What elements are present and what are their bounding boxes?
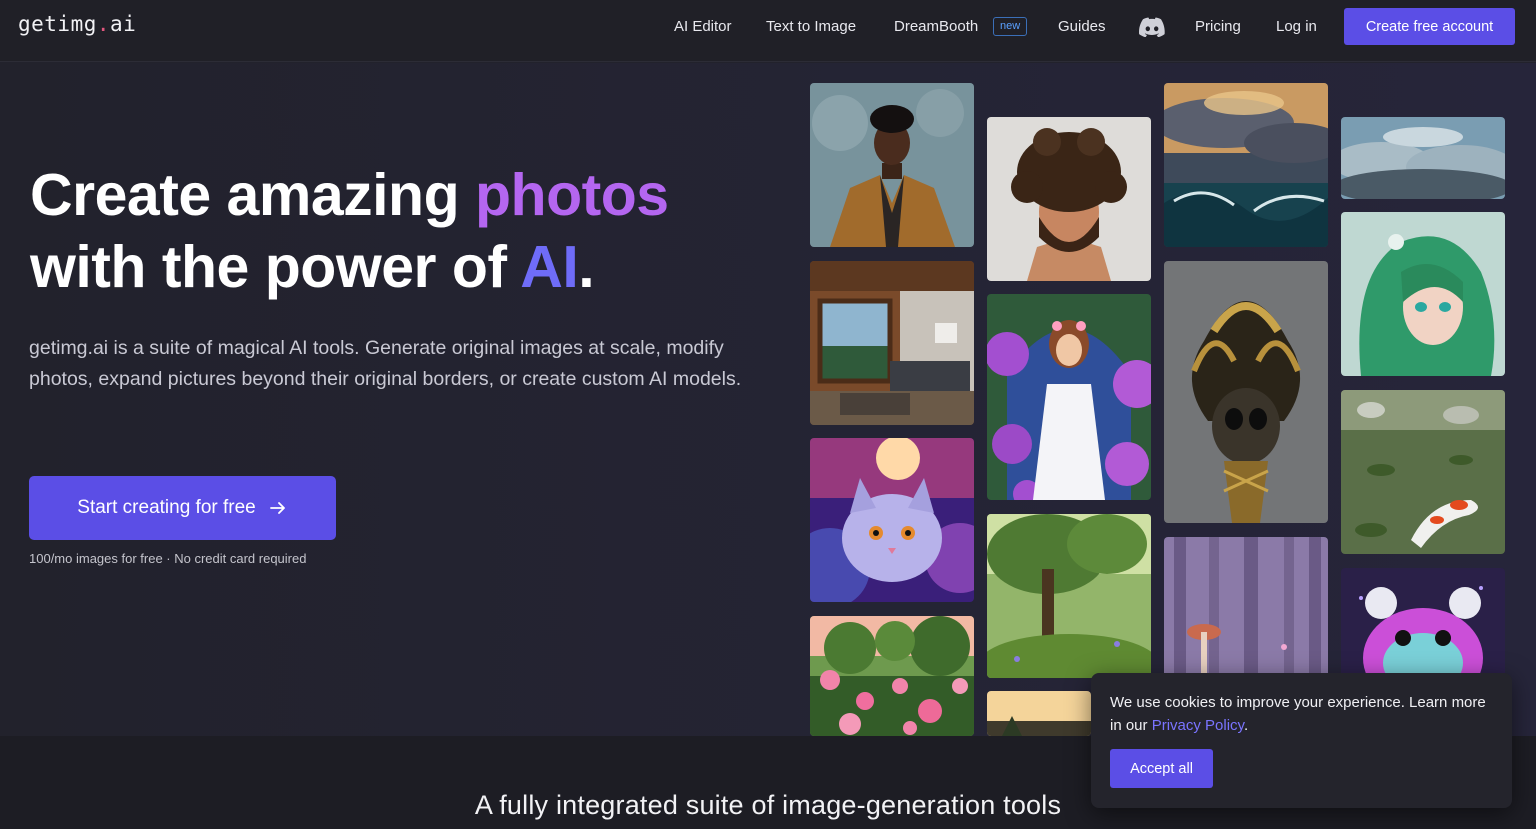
hero-description: getimg.ai is a suite of magical AI tools… bbox=[29, 337, 742, 390]
headline-period: . bbox=[578, 234, 595, 300]
top-navbar: getimg.ai AI Editor Text to Image DreamB… bbox=[0, 0, 1536, 62]
nav-link-text-to-image[interactable]: Text to Image bbox=[766, 18, 856, 35]
green-hair-anime-image[interactable] bbox=[1341, 212, 1505, 376]
nav-link-ai-editor[interactable]: AI Editor bbox=[674, 18, 732, 35]
nav-link-login[interactable]: Log in bbox=[1276, 18, 1317, 35]
nav-link-guides[interactable]: Guides bbox=[1058, 18, 1106, 35]
rose-garden-image[interactable] bbox=[810, 616, 974, 736]
galaxy-cat-image[interactable] bbox=[810, 438, 974, 602]
cookie-text: We use cookies to improve your experienc… bbox=[1110, 692, 1495, 737]
clouds-image[interactable] bbox=[1341, 117, 1505, 199]
headline-text-2: with the power of bbox=[30, 234, 521, 300]
logo-tld: ai bbox=[110, 12, 137, 36]
koi-pond-image[interactable] bbox=[1341, 390, 1505, 554]
portrait-man-coat-image[interactable] bbox=[810, 83, 974, 247]
golden-skull-image[interactable] bbox=[1164, 261, 1328, 523]
new-badge: new bbox=[993, 17, 1028, 36]
cookie-period: . bbox=[1243, 716, 1249, 734]
start-creating-button[interactable]: Start creating for free bbox=[29, 476, 336, 540]
misty-forest-mushroom-image[interactable] bbox=[1164, 537, 1328, 677]
logo-main: getimg bbox=[18, 12, 97, 36]
discord-icon[interactable] bbox=[1139, 17, 1165, 38]
flower-goddess-image[interactable] bbox=[987, 294, 1151, 500]
logo-dot: . bbox=[96, 12, 111, 36]
nav-link-dreambooth[interactable]: DreamBooth bbox=[894, 18, 978, 35]
forest-tree-image[interactable] bbox=[987, 514, 1151, 678]
privacy-policy-link[interactable]: Privacy Policy bbox=[1152, 717, 1244, 734]
stormy-sea-image[interactable] bbox=[1164, 83, 1328, 247]
logo[interactable]: getimg.ai bbox=[18, 12, 136, 36]
headline-highlight-ai: AI bbox=[520, 234, 579, 300]
sunset-landscape-image[interactable] bbox=[987, 691, 1091, 736]
start-creating-label: Start creating for free bbox=[77, 497, 256, 518]
arrow-right-icon bbox=[269, 502, 285, 514]
headline-highlight-photos: photos bbox=[475, 162, 669, 228]
create-free-account-button[interactable]: Create free account bbox=[1344, 8, 1515, 45]
cookie-banner: We use cookies to improve your experienc… bbox=[1091, 673, 1512, 808]
bedroom-window-image[interactable] bbox=[810, 261, 974, 425]
free-note: 100/mo images for free · No credit card … bbox=[29, 551, 307, 566]
hero-headline: Create amazing photos with the power of … bbox=[30, 159, 790, 303]
headline-text-1: Create amazing bbox=[30, 162, 475, 228]
nav-link-pricing[interactable]: Pricing bbox=[1195, 18, 1241, 35]
curly-hair-man-image[interactable] bbox=[987, 117, 1151, 281]
purple-hamster-image[interactable] bbox=[1341, 568, 1505, 678]
accept-all-button[interactable]: Accept all bbox=[1110, 749, 1213, 788]
